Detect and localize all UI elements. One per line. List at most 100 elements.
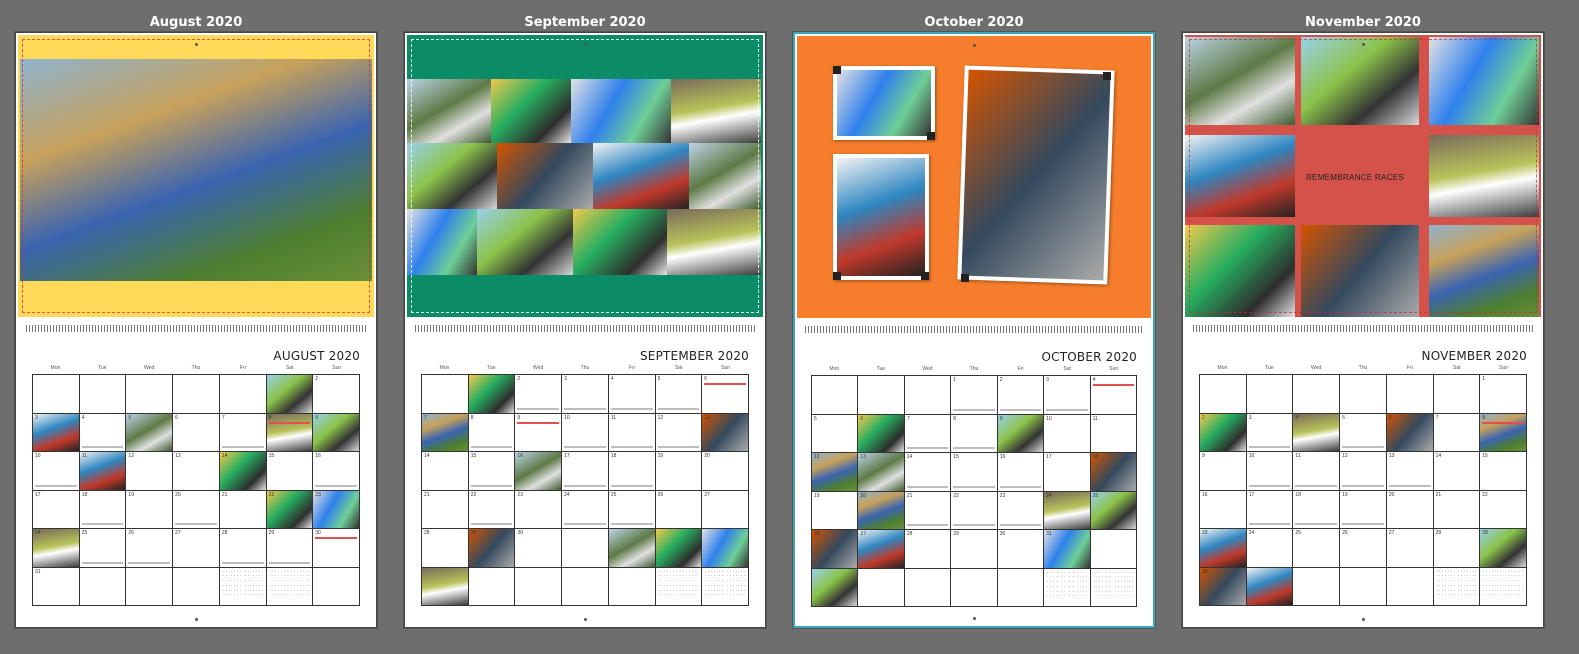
day-cell[interactable]: 26 [812, 530, 859, 569]
day-photo[interactable] [1386, 413, 1433, 451]
day-cell[interactable] [126, 567, 174, 606]
day-cell[interactable]: 6 [702, 375, 749, 414]
day-cell[interactable]: 30 [1200, 567, 1247, 606]
collage-photo[interactable] [571, 79, 671, 143]
day-cell[interactable]: 13 [702, 413, 749, 452]
collage-photo[interactable] [1301, 37, 1419, 125]
day-photo[interactable] [422, 567, 468, 605]
day-cell[interactable]: 7 [422, 413, 469, 452]
day-cell[interactable]: 23 [515, 490, 563, 529]
day-cell[interactable]: 15 [468, 452, 516, 491]
day-cell[interactable]: 1 [951, 376, 998, 415]
day-cell[interactable]: 13 [173, 452, 220, 491]
day-cell[interactable]: 15 [1480, 452, 1527, 491]
day-cell[interactable]: 14 [219, 452, 267, 491]
day-cell[interactable]: 19 [812, 491, 859, 530]
day-cell[interactable]: 6 [1386, 413, 1434, 452]
day-cell[interactable] [515, 567, 563, 606]
day-cell[interactable]: 8 [468, 413, 516, 452]
day-cell[interactable] [1386, 375, 1434, 414]
page-october[interactable]: October 2020 OCTOBER 2020 Mon Tue Wed Thu Fr… [793, 14, 1155, 628]
day-cell[interactable]: 23 [997, 491, 1045, 530]
day-cell[interactable]: 16 [515, 452, 563, 491]
collage-photo[interactable] [1429, 135, 1539, 217]
framed-photo[interactable] [957, 65, 1115, 285]
day-cell[interactable]: 14 [422, 452, 469, 491]
group-photo[interactable] [20, 59, 372, 281]
day-cell[interactable]: 20 [173, 490, 220, 529]
day-cell[interactable] [608, 567, 656, 606]
day-cell[interactable]: 24 [33, 529, 80, 568]
day-cell[interactable]: 25 [1090, 491, 1137, 530]
day-cell[interactable]: 25 [79, 529, 127, 568]
day-cell[interactable] [468, 375, 516, 414]
collage-photo[interactable] [407, 209, 477, 275]
day-cell[interactable]: 30 [515, 529, 563, 568]
day-photo[interactable] [1480, 413, 1526, 451]
day-cell[interactable]: 23 [1200, 529, 1247, 568]
day-cell[interactable]: 18 [1090, 453, 1137, 492]
day-cell[interactable]: 17 [1246, 490, 1294, 529]
day-cell[interactable]: 20 [1386, 490, 1434, 529]
day-cell[interactable]: 7 [1433, 413, 1481, 452]
day-cell[interactable]: 9 [313, 413, 360, 452]
day-photo[interactable] [702, 529, 748, 567]
day-cell[interactable]: 30 [997, 530, 1045, 569]
day-photo[interactable] [126, 413, 173, 451]
day-cell[interactable]: 21 [219, 490, 267, 529]
day-cell[interactable]: 17 [33, 490, 80, 529]
day-cell[interactable]: 21 [1433, 490, 1481, 529]
day-photo[interactable] [422, 413, 468, 451]
day-photo[interactable] [1246, 567, 1293, 605]
day-cell[interactable] [422, 567, 469, 606]
day-cell[interactable] [858, 376, 905, 415]
day-cell[interactable] [608, 529, 656, 568]
day-cell[interactable]: 11 [608, 413, 656, 452]
day-cell[interactable]: 22 [266, 490, 314, 529]
day-cell[interactable] [266, 375, 314, 414]
collage-photo[interactable] [1301, 225, 1419, 317]
day-cell[interactable] [79, 567, 127, 606]
photo-area-september[interactable] [407, 35, 763, 317]
photo[interactable] [837, 70, 931, 136]
day-cell[interactable] [1090, 568, 1137, 607]
day-cell[interactable]: 14 [1433, 452, 1481, 491]
day-cell[interactable]: 25 [608, 490, 656, 529]
day-cell[interactable] [266, 567, 314, 606]
day-cell[interactable]: 3 [1246, 413, 1294, 452]
day-cell[interactable]: 24 [1246, 529, 1294, 568]
day-cell[interactable] [126, 375, 174, 414]
day-cell[interactable]: 20 [858, 491, 905, 530]
day-cell[interactable]: 26 [655, 490, 703, 529]
day-cell[interactable]: 15 [951, 453, 998, 492]
day-cell[interactable]: 10 [33, 452, 80, 491]
day-cell[interactable]: 28 [422, 529, 469, 568]
day-cell[interactable]: 12 [126, 452, 174, 491]
page-august[interactable]: August 2020 AUGUST 2020 Mon Tue Wed Thu Fri S… [15, 14, 377, 628]
day-cell[interactable]: 18 [79, 490, 127, 529]
day-cell[interactable]: 12 [812, 453, 859, 492]
collage-photo[interactable] [1185, 135, 1295, 217]
day-cell[interactable]: 17 [1044, 453, 1091, 492]
day-cell[interactable] [313, 567, 360, 606]
day-cell[interactable]: 5 [1340, 413, 1387, 452]
day-cell[interactable] [1480, 567, 1527, 606]
day-cell[interactable]: 4 [1090, 376, 1137, 415]
day-cell[interactable]: 6 [858, 414, 905, 453]
day-cell[interactable]: 10 [562, 413, 609, 452]
calendar-page-august[interactable]: AUGUST 2020 Mon Tue Wed Thu Fri Sat Sun 234567… [15, 32, 377, 628]
day-cell[interactable] [1433, 567, 1481, 606]
day-cell[interactable] [1340, 567, 1387, 606]
day-cell[interactable]: 10 [1246, 452, 1294, 491]
day-photo[interactable] [1293, 413, 1340, 451]
day-cell[interactable]: 11 [79, 452, 127, 491]
day-cell[interactable]: 30 [313, 529, 360, 568]
day-cell[interactable] [562, 567, 609, 606]
day-cell[interactable]: 20 [702, 452, 749, 491]
day-cell[interactable]: 22 [951, 491, 998, 530]
day-photo[interactable] [266, 375, 313, 413]
collage-photo[interactable] [1185, 225, 1295, 317]
day-cell[interactable]: 31 [33, 567, 80, 606]
day-photo[interactable] [608, 529, 655, 567]
day-cell[interactable]: 19 [1340, 490, 1387, 529]
